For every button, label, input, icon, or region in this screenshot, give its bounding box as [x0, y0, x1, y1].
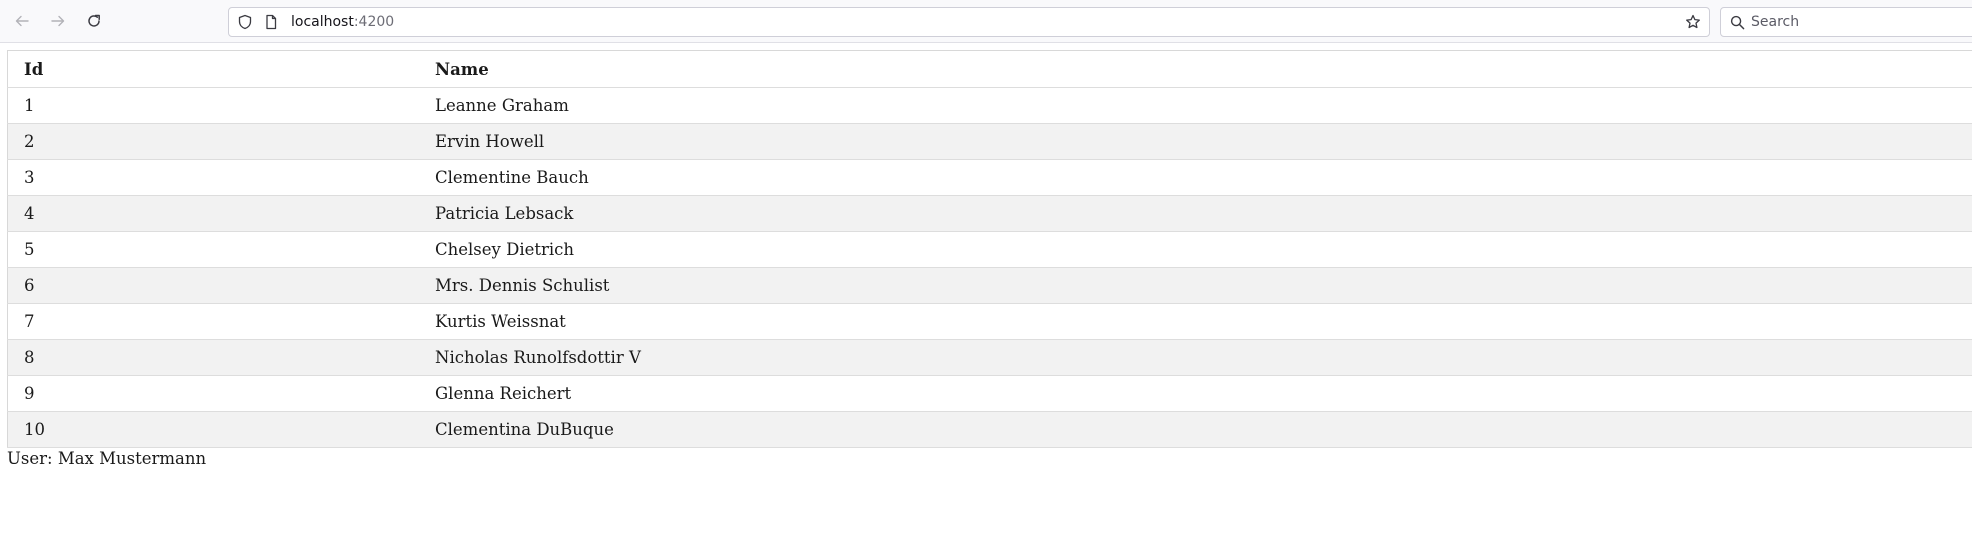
reload-button[interactable] — [82, 9, 106, 33]
table-header-row: Id Name — [7, 50, 1972, 88]
table-row: 4 Patricia Lebsack — [7, 195, 1972, 232]
cell-name: Patricia Lebsack — [419, 195, 1972, 232]
cell-name: Clementina DuBuque — [419, 411, 1972, 448]
table-row: 2 Ervin Howell — [7, 123, 1972, 160]
url-host: localhost — [291, 14, 354, 30]
address-bar[interactable]: localhost:4200 — [228, 7, 1710, 37]
reload-icon — [88, 14, 100, 27]
cell-id: 5 — [7, 231, 419, 268]
column-header-name: Name — [419, 50, 1972, 88]
back-button[interactable] — [10, 9, 34, 33]
cell-name: Leanne Graham — [419, 87, 1972, 124]
cell-id: 4 — [7, 195, 419, 232]
cell-name: Chelsey Dietrich — [419, 231, 1972, 268]
search-icon — [1730, 15, 1745, 30]
cell-name: Ervin Howell — [419, 123, 1972, 160]
table-row: 5 Chelsey Dietrich — [7, 231, 1972, 268]
users-table: Id Name 1 Leanne Graham 2 Ervin Howell 3… — [7, 50, 1972, 448]
cell-id: 1 — [7, 87, 419, 124]
table-row: 9 Glenna Reichert — [7, 375, 1972, 412]
search-bar[interactable] — [1720, 7, 1972, 37]
arrow-left-icon — [15, 15, 29, 27]
table-row: 1 Leanne Graham — [7, 87, 1972, 124]
table-row: 6 Mrs. Dennis Schulist — [7, 267, 1972, 304]
cell-id: 8 — [7, 339, 419, 376]
arrow-right-icon — [51, 15, 65, 27]
cell-name: Nicholas Runolfsdottir V — [419, 339, 1972, 376]
cell-id: 9 — [7, 375, 419, 412]
cell-id: 6 — [7, 267, 419, 304]
cell-name: Glenna Reichert — [419, 375, 1972, 412]
table-row: 10 Clementina DuBuque — [7, 411, 1972, 448]
forward-button[interactable] — [46, 9, 70, 33]
cell-id: 10 — [7, 411, 419, 448]
table-row: 3 Clementine Bauch — [7, 159, 1972, 196]
search-input[interactable] — [1751, 12, 1971, 32]
cell-id: 7 — [7, 303, 419, 340]
shield-icon[interactable] — [237, 14, 253, 30]
cell-name: Kurtis Weissnat — [419, 303, 1972, 340]
page-content: Id Name 1 Leanne Graham 2 Ervin Howell 3… — [7, 50, 1972, 469]
table-row: 7 Kurtis Weissnat — [7, 303, 1972, 340]
table-row: 8 Nicholas Runolfsdottir V — [7, 339, 1972, 376]
current-user-label: User: Max Mustermann — [7, 449, 207, 468]
column-header-id: Id — [7, 50, 419, 88]
star-icon[interactable] — [1685, 14, 1701, 30]
cell-name: Mrs. Dennis Schulist — [419, 267, 1972, 304]
browser-toolbar: localhost:4200 — [0, 0, 1972, 43]
page-icon[interactable] — [263, 14, 279, 30]
cell-id: 3 — [7, 159, 419, 196]
cell-name: Clementine Bauch — [419, 159, 1972, 196]
cell-id: 2 — [7, 123, 419, 160]
url-port: :4200 — [353, 14, 395, 30]
url-text[interactable]: localhost:4200 — [291, 14, 394, 30]
